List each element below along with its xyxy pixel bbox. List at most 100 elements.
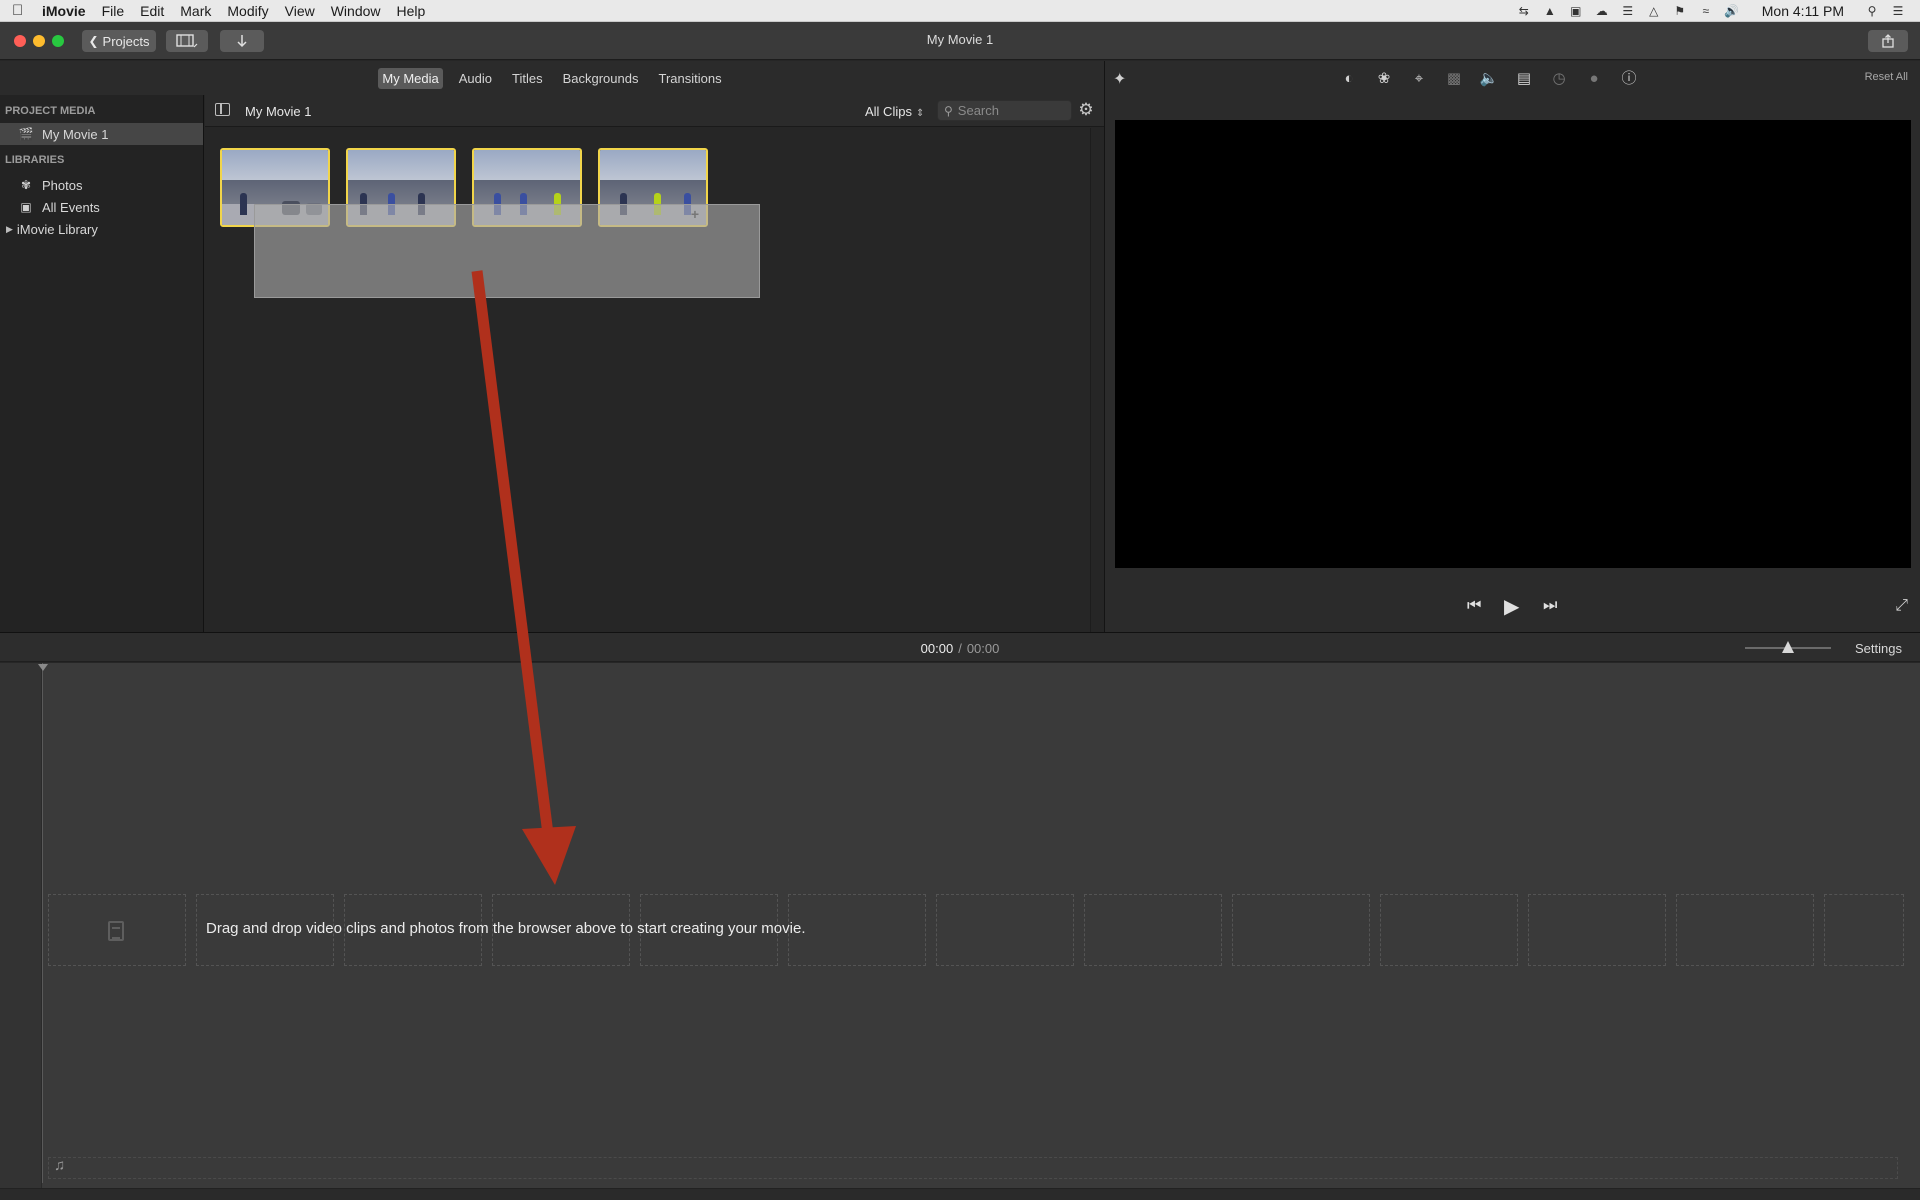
empty-clip-slot: [1676, 894, 1814, 966]
share-icon: [1882, 34, 1894, 48]
airplay-icon[interactable]: △: [1646, 4, 1662, 18]
notification-list-icon[interactable]: ☰: [1890, 4, 1906, 18]
menu-clock[interactable]: Mon 4:11 PM: [1762, 3, 1844, 19]
tab-titles[interactable]: Titles: [508, 68, 547, 89]
playback-controls: ⏮ ▶ ⏭ ⤢: [1105, 594, 1920, 622]
menu-window[interactable]: Window: [331, 3, 381, 19]
timeline-scrollbar[interactable]: [0, 1188, 1920, 1200]
window-toolbar: ❮ Projects My Movie 1: [0, 22, 1920, 60]
browser-scrollbar[interactable]: [1090, 128, 1104, 632]
sidebar-item-label: iMovie Library: [16, 221, 98, 237]
empty-clip-slot: [1528, 894, 1666, 966]
browser-header: My Movie 1 All Clips⇕ ⚲ ⚙: [205, 95, 1104, 127]
magic-wand-icon[interactable]: ✦: [1113, 69, 1126, 89]
time-separator: /: [958, 641, 962, 656]
menu-modify[interactable]: Modify: [227, 3, 268, 19]
info-icon[interactable]: ⓘ: [1617, 69, 1641, 89]
playhead[interactable]: [42, 663, 43, 1183]
speed-icon[interactable]: ◷: [1547, 69, 1571, 89]
clips-filter-value: All Clips: [865, 104, 912, 119]
libraries-header: LIBRARIES: [5, 154, 65, 166]
playhead-marker[interactable]: [38, 664, 48, 671]
sidebar-item-all-events[interactable]: ▣ All Events: [0, 196, 203, 218]
menu-mark[interactable]: Mark: [180, 3, 211, 19]
menu-app[interactable]: iMovie: [42, 3, 86, 19]
total-time: 00:00: [966, 641, 1000, 656]
zoom-slider-knob[interactable]: [1782, 641, 1794, 653]
sidebar-item-my-movie[interactable]: 🎬 My Movie 1: [0, 123, 203, 145]
gear-icon[interactable]: ⚙: [1077, 101, 1095, 119]
flag-icon[interactable]: ⚑: [1672, 4, 1688, 18]
disclosure-triangle-icon[interactable]: ▶: [6, 224, 13, 235]
sidebar-item-label: My Movie 1: [42, 126, 109, 142]
cloud-icon[interactable]: ☁: [1594, 4, 1610, 18]
status-area: ⇆ ▲ ▣ ☁ ☰ △ ⚑ ≈ 🔊 Mon 4:11 PM ⚲ ☰: [1516, 0, 1906, 22]
menu-help[interactable]: Help: [397, 3, 426, 19]
photos-icon: ✾: [20, 178, 32, 192]
current-time: 00:00: [920, 641, 954, 656]
music-note-icon: ♫: [54, 1157, 66, 1174]
bars-icon[interactable]: ☰: [1620, 4, 1636, 18]
display-icon[interactable]: ▣: [1568, 4, 1584, 18]
apple-icon[interactable]: : [12, 2, 42, 19]
sidebar-item-imovie-library[interactable]: ▶ iMovie Library: [0, 218, 203, 240]
search-field[interactable]: ⚲: [937, 100, 1072, 121]
menu-view[interactable]: View: [285, 3, 315, 19]
star-icon: ▣: [20, 200, 32, 214]
timecode: 00:00 / 00:00: [0, 641, 1920, 656]
fullscreen-icon[interactable]: ⤢: [1895, 597, 1908, 615]
drive-icon[interactable]: ▲: [1542, 4, 1558, 18]
adjustment-tools: ◐ ❀ ⌖ ▩ 🔈 ▤ ◷ ● ⓘ: [1337, 69, 1641, 89]
share-button[interactable]: [1868, 30, 1908, 52]
drag-preview: [254, 204, 760, 298]
sync-icon[interactable]: ⇆: [1516, 4, 1532, 18]
tab-my-media[interactable]: My Media: [378, 67, 443, 89]
browser-title: My Movie 1: [245, 104, 312, 119]
menu-edit[interactable]: Edit: [140, 3, 164, 19]
video-viewer[interactable]: [1115, 120, 1911, 568]
timeline-gutter: [0, 663, 42, 1188]
empty-clip-slot: [1232, 894, 1370, 966]
film-icon: [108, 921, 124, 941]
music-lane[interactable]: [48, 1157, 1898, 1179]
empty-clip-slot: [1824, 894, 1904, 966]
sidebar-item-label: All Events: [42, 199, 100, 215]
timeline-header: 00:00 / 00:00 Settings: [0, 632, 1920, 662]
tab-backgrounds[interactable]: Backgrounds: [559, 68, 643, 89]
clips-filter-select[interactable]: All Clips ⇕: [865, 104, 924, 119]
adjustments-bar: ✦ ◐ ❀ ⌖ ▩ 🔈 ▤ ◷ ● ⓘ Reset All: [1105, 61, 1920, 97]
search-icon: ⚲: [944, 103, 953, 118]
clapper-icon: 🎬: [18, 127, 34, 141]
reset-all-button[interactable]: Reset All: [1865, 71, 1908, 83]
menu-bar:  iMovie File Edit Mark Modify View Wind…: [0, 0, 1920, 22]
project-media-header: PROJECT MEDIA: [5, 105, 96, 117]
clip-filter-icon[interactable]: ●: [1582, 69, 1606, 89]
sidebar-item-photos[interactable]: ✾ Photos: [0, 174, 203, 196]
menu-file[interactable]: File: [102, 3, 125, 19]
updown-chevron-icon: ⇕: [915, 108, 925, 119]
timeline-settings-button[interactable]: Settings: [1855, 641, 1902, 656]
spotlight-search-icon[interactable]: ⚲: [1864, 4, 1880, 18]
skip-back-icon[interactable]: ⏮: [1467, 597, 1481, 615]
window-title: My Movie 1: [926, 32, 994, 47]
color-balance-icon[interactable]: ◐: [1337, 69, 1361, 89]
search-input[interactable]: [957, 103, 1058, 118]
volume-icon[interactable]: 🔈: [1477, 69, 1501, 89]
play-icon[interactable]: ▶: [1504, 594, 1519, 619]
crop-icon[interactable]: ⌖: [1407, 69, 1431, 89]
clip-figure: [240, 193, 247, 215]
wifi-icon[interactable]: ≈: [1698, 4, 1714, 18]
sidebar-item-label: Photos: [42, 177, 83, 193]
noise-reduction-icon[interactable]: ▤: [1512, 69, 1536, 89]
tab-transitions[interactable]: Transitions: [654, 68, 725, 89]
media-tabs: My Media Audio Titles Backgrounds Transi…: [0, 61, 1104, 95]
stabilization-icon[interactable]: ▩: [1442, 69, 1466, 89]
empty-clip-slot: [936, 894, 1074, 966]
color-correction-icon[interactable]: ❀: [1372, 69, 1396, 89]
volume-icon[interactable]: 🔊: [1724, 4, 1740, 18]
skip-forward-icon[interactable]: ⏭: [1543, 597, 1557, 615]
libraries-sidebar: PROJECT MEDIA 🎬 My Movie 1 LIBRARIES ✾ P…: [0, 95, 204, 632]
empty-clip-slot: [788, 894, 926, 966]
sidebar-toggle-icon[interactable]: [215, 103, 230, 116]
tab-audio[interactable]: Audio: [455, 68, 496, 89]
